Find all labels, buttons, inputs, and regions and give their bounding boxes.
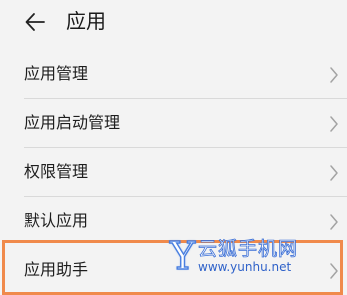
- watermark-letter: Y: [169, 234, 196, 278]
- watermark-name: 云狐手机网: [198, 238, 299, 261]
- chevron-right-icon: [329, 213, 339, 231]
- list-item-permission-management[interactable]: 权限管理: [0, 148, 347, 197]
- chevron-right-icon: [329, 66, 339, 84]
- list-item-label: 应用管理: [24, 64, 89, 83]
- chevron-right-icon: [329, 164, 339, 182]
- arrow-left-icon[interactable]: [24, 11, 46, 33]
- list-item-app-launch-management[interactable]: 应用启动管理: [0, 99, 347, 148]
- page-title: 应用: [66, 9, 106, 33]
- watermark-logo: Y 云狐手机网 www.yunhu.net: [169, 234, 342, 278]
- watermark-url: www.yunhu.net: [198, 260, 292, 274]
- list-item-app-management[interactable]: 应用管理: [0, 50, 347, 99]
- list-item-label: 默认应用: [24, 211, 89, 230]
- app-header: 应用: [0, 0, 347, 44]
- list-item-label: 权限管理: [24, 162, 89, 181]
- list-item-label: 应用启动管理: [24, 113, 121, 132]
- chevron-right-icon: [329, 115, 339, 133]
